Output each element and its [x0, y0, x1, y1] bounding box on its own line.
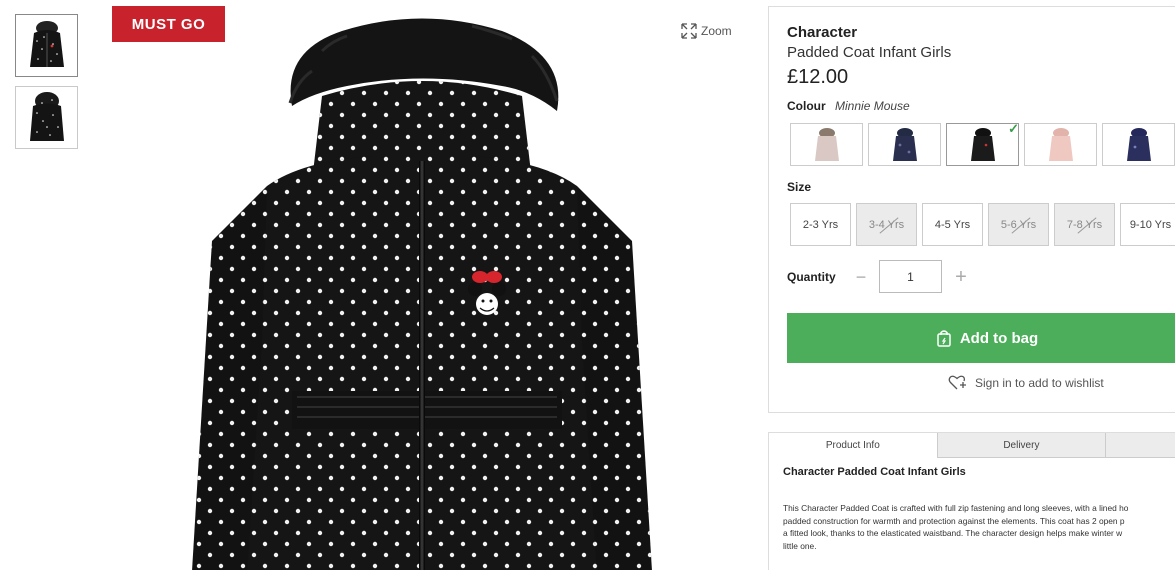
- quantity-increase-button[interactable]: +: [953, 263, 969, 291]
- tab-delivery[interactable]: Delivery: [937, 433, 1107, 458]
- info-tabs: Product Info Delivery: [769, 433, 1175, 458]
- add-to-bag-label: Add to bag: [959, 329, 1039, 347]
- product-image-viewer: MUST GO Zoom: [87, 6, 750, 570]
- checkmark-icon: ✓: [1008, 121, 1019, 136]
- colour-swatch[interactable]: [1102, 123, 1175, 166]
- size-option[interactable]: 4-5 Yrs: [922, 203, 983, 246]
- colour-swatch-selected[interactable]: ✓: [946, 121, 1019, 166]
- coat-main-image: [192, 18, 652, 570]
- expand-icon: [681, 23, 697, 39]
- coat-pink-icon: [1048, 127, 1073, 161]
- must-go-badge: MUST GO: [112, 6, 225, 42]
- description-line: little one.: [783, 540, 817, 551]
- wishlist-link[interactable]: Sign in to add to wishlist: [948, 375, 1104, 391]
- thumbnail-list: [15, 14, 78, 158]
- colour-swatch[interactable]: [790, 123, 863, 166]
- quantity-decrease-button[interactable]: −: [853, 263, 869, 291]
- size-label: Size: [787, 180, 812, 194]
- zoom-label: Zoom: [701, 24, 732, 38]
- coat-navy-print-icon: [892, 127, 917, 161]
- bag-icon: [937, 330, 951, 347]
- colour-swatches: ✓: [790, 121, 1175, 166]
- coat-front-thumbnail-icon: [29, 20, 64, 67]
- tab-more[interactable]: [1106, 433, 1175, 458]
- product-price: £12.00: [787, 66, 849, 88]
- info-description: This Character Padded Coat is crafted wi…: [783, 502, 1175, 552]
- colour-label: Colour: [787, 99, 826, 113]
- colour-row: Colour Minnie Mouse: [787, 99, 910, 113]
- size-option[interactable]: 9-10 Yrs: [1120, 203, 1175, 246]
- quantity-label: Quantity: [787, 270, 836, 284]
- size-option-out-of-stock[interactable]: 3-4 Yrs: [856, 203, 917, 246]
- description-line: a fitted look, thanks to the elasticated…: [783, 528, 1123, 538]
- brand-name: Character: [787, 24, 858, 41]
- coat-back-thumbnail-icon: [29, 91, 64, 141]
- product-name: Padded Coat Infant Girls: [787, 44, 952, 61]
- add-to-bag-button[interactable]: Add to bag: [787, 313, 1175, 363]
- description-line: This Character Padded Coat is crafted wi…: [783, 503, 1129, 513]
- purchase-panel: Character Padded Coat Infant Girls £12.0…: [768, 6, 1175, 413]
- coat-pink-grey-icon: [814, 127, 839, 161]
- thumbnail-front[interactable]: [15, 14, 78, 77]
- size-option-out-of-stock[interactable]: 5-6 Yrs: [988, 203, 1049, 246]
- colour-value: Minnie Mouse: [835, 99, 910, 113]
- wishlist-label: Sign in to add to wishlist: [975, 376, 1104, 390]
- description-line: padded construction for warmth and prote…: [783, 515, 1125, 526]
- size-option[interactable]: 2-3 Yrs: [790, 203, 851, 246]
- thumbnail-back[interactable]: [15, 86, 78, 149]
- quantity-input[interactable]: [879, 260, 942, 293]
- tab-product-info[interactable]: Product Info: [769, 433, 938, 458]
- colour-swatch[interactable]: [868, 123, 941, 166]
- coat-navy-icon: [1126, 127, 1151, 161]
- colour-swatch[interactable]: [1024, 123, 1097, 166]
- zoom-button[interactable]: Zoom: [681, 23, 732, 39]
- size-option-out-of-stock[interactable]: 7-8 Yrs: [1054, 203, 1115, 246]
- info-title: Character Padded Coat Infant Girls: [783, 466, 966, 478]
- coat-black-icon: [970, 127, 995, 161]
- heart-plus-icon: [948, 375, 966, 390]
- product-info-panel: Product Info Delivery Character Padded C…: [768, 432, 1175, 570]
- size-options: 2-3 Yrs 3-4 Yrs 4-5 Yrs 5-6 Yrs 7-8 Yrs …: [790, 203, 1175, 246]
